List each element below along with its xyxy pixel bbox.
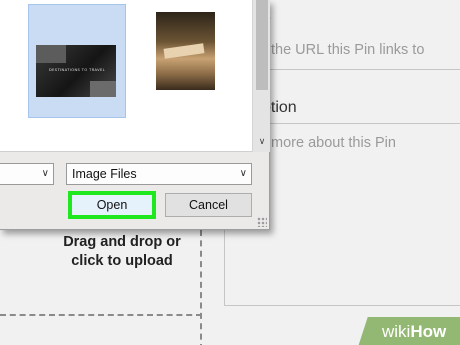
upload-dropzone-border-vertical bbox=[200, 230, 202, 345]
scrollbar-thumb[interactable] bbox=[256, 0, 268, 90]
filename-combobox[interactable]: ∨ bbox=[0, 163, 54, 185]
file-open-dialog: DESTINATIONS TO TRAVEL ∨ ∨ Image Files ∨… bbox=[0, 0, 270, 230]
file-item-selected[interactable]: DESTINATIONS TO TRAVEL bbox=[28, 4, 126, 118]
wikihow-logo-wiki: wiki bbox=[382, 322, 411, 341]
travel-image-thumbnail: DESTINATIONS TO TRAVEL bbox=[36, 45, 116, 97]
upload-dropzone[interactable]: Drag and drop or click to upload bbox=[62, 233, 182, 271]
table-image-thumbnail[interactable] bbox=[156, 12, 215, 90]
file-list-scrollbar[interactable]: ∨ bbox=[252, 0, 270, 152]
file-list[interactable]: DESTINATIONS TO TRAVEL bbox=[0, 0, 252, 152]
description-placeholder: more about this Pin bbox=[271, 135, 396, 151]
wikihow-logo-how: How bbox=[410, 322, 447, 341]
website-placeholder: the URL this Pin links to bbox=[271, 42, 425, 58]
wikihow-logo: wikiHow bbox=[382, 322, 446, 342]
thumbnail-caption: DESTINATIONS TO TRAVEL bbox=[48, 68, 106, 72]
chevron-down-icon[interactable]: ∨ bbox=[240, 164, 247, 184]
filetype-combobox[interactable]: Image Files ∨ bbox=[66, 163, 252, 185]
upload-dropzone-border-bottom bbox=[0, 314, 202, 316]
chevron-down-icon[interactable]: ∨ bbox=[42, 164, 49, 184]
resize-grip-icon[interactable] bbox=[257, 217, 267, 227]
drag-drop-text: Drag and drop or bbox=[63, 234, 181, 250]
filetype-value: Image Files bbox=[72, 167, 137, 181]
open-button[interactable]: Open bbox=[68, 191, 156, 219]
cancel-button[interactable]: Cancel bbox=[165, 193, 252, 217]
click-to-upload-text: click to upload bbox=[71, 253, 173, 269]
chevron-down-icon[interactable]: ∨ bbox=[253, 133, 271, 149]
